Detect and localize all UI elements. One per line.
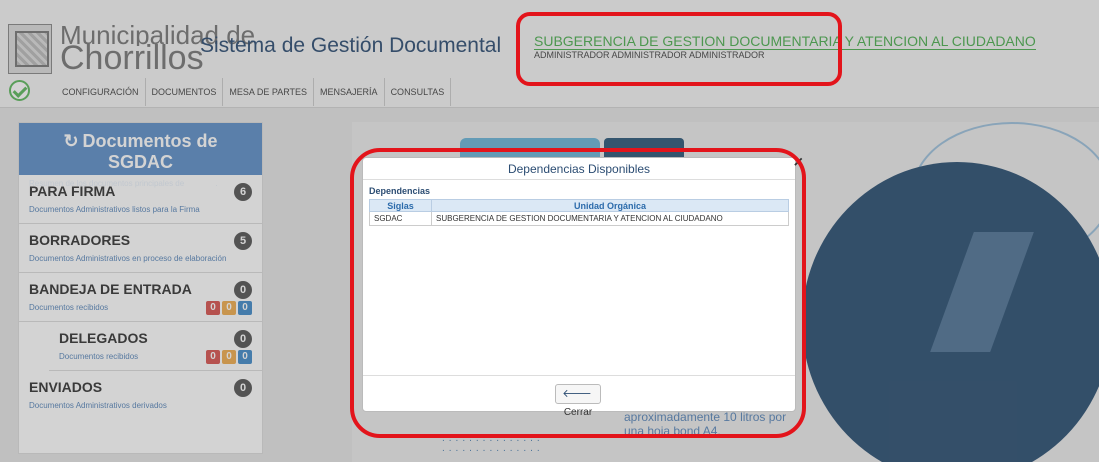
annotation-highlight-header	[516, 12, 842, 86]
annotation-highlight-dialog	[350, 148, 806, 438]
